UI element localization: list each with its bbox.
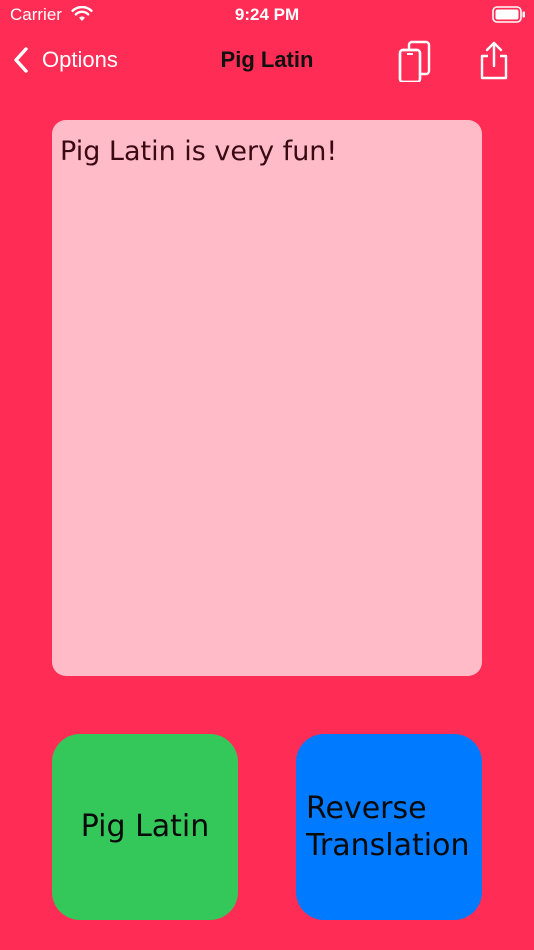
copy-button[interactable] xyxy=(396,40,436,84)
navigation-bar: Options Pig Latin xyxy=(0,36,534,86)
share-icon xyxy=(480,41,508,80)
status-bar: Carrier 9:24 PM xyxy=(0,0,534,30)
copy-icon xyxy=(398,40,431,84)
reverse-label-line1: Reverse xyxy=(306,790,427,826)
reverse-translation-label: Reverse Translation xyxy=(306,790,469,865)
page-title: Pig Latin xyxy=(220,47,314,72)
status-time: 9:24 PM xyxy=(234,5,300,24)
reverse-label-line2: Translation xyxy=(306,828,470,863)
share-button[interactable] xyxy=(474,40,514,82)
battery-icon xyxy=(492,6,525,23)
reverse-translation-button[interactable]: Reverse Translation xyxy=(296,734,482,920)
text-input[interactable]: Pig Latin is very fun! xyxy=(52,120,482,676)
pig-latin-button[interactable]: Pig Latin xyxy=(52,734,238,920)
